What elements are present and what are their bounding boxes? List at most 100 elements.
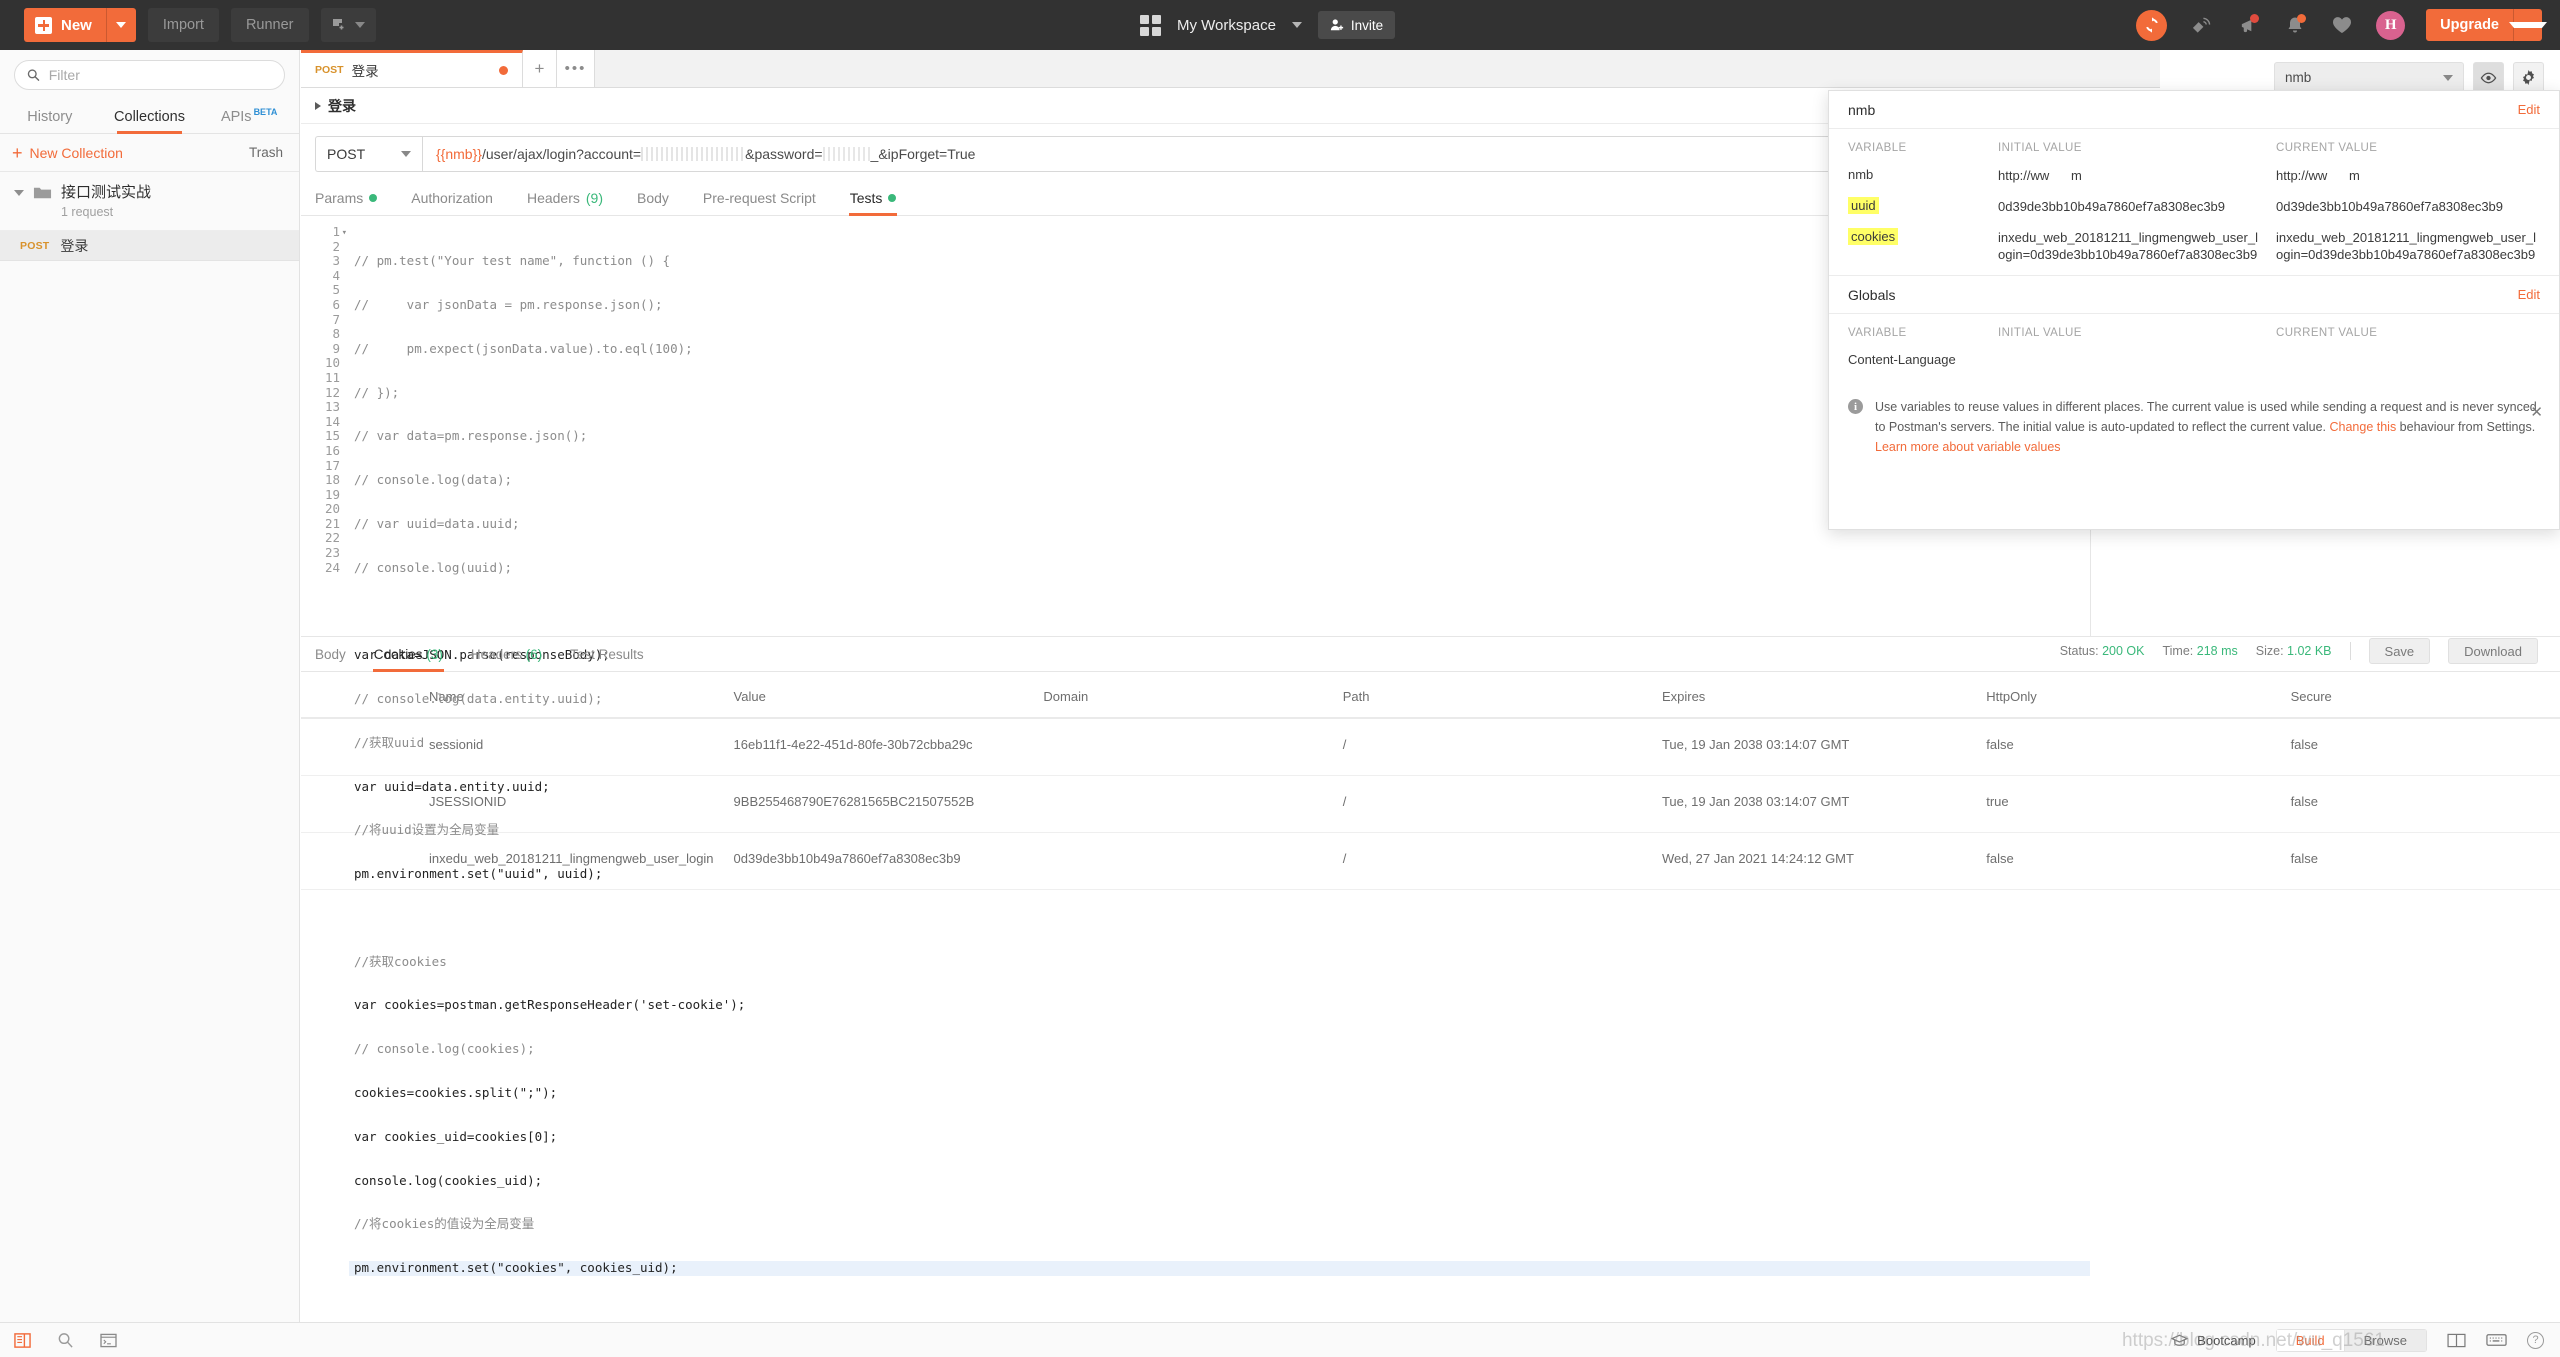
new-window-button[interactable]: [320, 8, 376, 42]
tab-params[interactable]: Params: [315, 190, 394, 215]
new-button-dropdown[interactable]: [105, 8, 136, 42]
change-this-link[interactable]: Change this: [2329, 420, 2396, 434]
size-value: 1.02 KB: [2287, 644, 2332, 658]
line-number: 22: [324, 530, 340, 546]
sidebar-tab-apis[interactable]: APIs BETA: [199, 107, 299, 133]
trash-button[interactable]: Trash: [249, 145, 283, 160]
sync-icon: [2145, 17, 2158, 33]
build-tab[interactable]: Build: [2275, 1328, 2345, 1352]
keyboard-icon[interactable]: [2486, 1333, 2507, 1347]
redacted-password: [822, 147, 871, 161]
status-bar-left: [0, 1332, 117, 1349]
runner-button[interactable]: Runner: [230, 8, 309, 42]
bootcamp-label: Bootcamp: [2197, 1332, 2256, 1348]
console-icon[interactable]: [100, 1333, 117, 1348]
bootcamp-button[interactable]: Bootcamp: [2171, 1333, 2256, 1348]
download-response-button[interactable]: Download: [2448, 638, 2538, 664]
tab-tests[interactable]: Tests: [833, 190, 914, 216]
tab-body[interactable]: Body: [620, 190, 686, 215]
satellite-button[interactable]: [2188, 12, 2214, 38]
line-number: 6: [332, 296, 340, 312]
avatar[interactable]: H: [2376, 10, 2406, 40]
two-pane-icon[interactable]: [2447, 1333, 2466, 1348]
code-line: //获取uuid: [354, 734, 425, 750]
cell-secure: false: [2280, 718, 2560, 776]
help-icon[interactable]: ?: [2527, 1331, 2544, 1349]
tab-label: Headers: [470, 647, 522, 662]
find-icon[interactable]: [57, 1332, 74, 1349]
code-line: // console.log(uuid);: [354, 559, 513, 575]
sidebar-toggle-icon[interactable]: [14, 1332, 31, 1349]
new-button[interactable]: New: [24, 8, 136, 42]
line-number: 14: [324, 413, 340, 429]
sidebar-tab-label: History: [27, 109, 73, 125]
chevron-down-icon[interactable]: [14, 190, 24, 196]
search-box[interactable]: [14, 60, 285, 90]
build-browse-toggle[interactable]: Build Browse: [2275, 1328, 2427, 1352]
notifications-button[interactable]: [2282, 12, 2308, 38]
globals-table-header: VARIABLE INITIAL VALUE CURRENT VALUE: [1829, 314, 2559, 348]
environment-quick-look-button[interactable]: [2473, 62, 2504, 93]
learn-more-link[interactable]: Learn more about variable values: [1875, 440, 2061, 454]
http-method-select[interactable]: POST: [315, 136, 422, 172]
sidebar-tab-history[interactable]: History: [0, 109, 100, 133]
tab-options-button[interactable]: •••: [557, 50, 595, 87]
globals-edit-link[interactable]: Edit: [2518, 287, 2540, 302]
sidebar: History Collections APIsBETA + New Colle…: [0, 50, 300, 1322]
tab-label: Tests: [849, 190, 883, 206]
line-number: 17: [324, 457, 340, 473]
line-number: 1 ▾: [332, 224, 347, 239]
search-icon: [27, 69, 40, 81]
line-number: 9: [332, 340, 340, 356]
collection-item[interactable]: 接口测试实战 1 request: [0, 172, 299, 231]
time-label: Time: 218 ms: [2162, 644, 2238, 658]
workspace-selector[interactable]: My Workspace Invite: [1140, 0, 1396, 50]
response-tab-test-results[interactable]: Test Results: [556, 647, 658, 671]
response-tab-cookies[interactable]: Cookies (3): [360, 647, 457, 672]
environment-settings-button[interactable]: [2513, 62, 2544, 93]
chevron-right-icon[interactable]: [315, 101, 321, 110]
request-tab-login[interactable]: POST 登录: [301, 50, 523, 87]
sync-button[interactable]: [2136, 9, 2168, 41]
announcements-button[interactable]: [2235, 12, 2261, 38]
invite-button[interactable]: Invite: [1317, 11, 1396, 39]
environment-edit-link[interactable]: Edit: [2518, 102, 2540, 117]
import-button[interactable]: Import: [147, 8, 219, 42]
variable-current-value: http://ww m: [2276, 168, 2360, 183]
chevron-down-icon: [354, 22, 365, 28]
new-collection-button[interactable]: + New Collection: [12, 142, 123, 163]
filter-wrapper: [0, 50, 299, 98]
sidebar-request-item[interactable]: POST 登录: [0, 231, 299, 261]
plus-icon: +: [12, 142, 23, 163]
graduation-cap-icon: [2171, 1334, 2189, 1346]
code-line: console.log(cookies_uid);: [354, 1172, 543, 1188]
heart-icon: [2333, 17, 2352, 33]
code-editor[interactable]: 1 ▾ 234 567 8 9 10 11 12 13 14 15 16 17 18 19 20 2…: [301, 216, 2090, 1276]
fold-icon[interactable]: ▾: [342, 226, 347, 241]
tab-headers[interactable]: Headers (9): [510, 190, 620, 215]
new-tab-button[interactable]: +: [523, 50, 557, 87]
save-response-button[interactable]: Save: [2368, 638, 2431, 664]
code-line: // console.log(cookies);: [354, 1041, 535, 1057]
tab-pre-request-script[interactable]: Pre-request Script: [686, 190, 833, 215]
note-text: Use variables to reuse values in differe…: [1875, 397, 2540, 457]
upgrade-button[interactable]: Upgrade: [2426, 9, 2547, 41]
favorites-button[interactable]: [2329, 12, 2355, 38]
close-icon[interactable]: ✕: [2530, 403, 2543, 423]
collection-text: 接口测试实战 1 request: [61, 183, 151, 219]
tab-authorization[interactable]: Authorization: [394, 190, 510, 215]
sidebar-tab-collections[interactable]: Collections: [100, 109, 200, 134]
line-number: 10: [324, 355, 340, 371]
environment-select[interactable]: nmb: [2274, 62, 2464, 93]
search-input[interactable]: [48, 67, 272, 83]
variable-name-highlight: cookies: [1848, 228, 1899, 245]
note-text-part-2: behaviour from Settings.: [2396, 420, 2536, 434]
notification-badge: [2250, 14, 2260, 23]
response-tab-body[interactable]: Body: [315, 647, 360, 671]
response-tab-headers[interactable]: Headers (6): [457, 647, 556, 671]
browse-tab[interactable]: Browse: [2344, 1328, 2427, 1352]
time-value: 218 ms: [2196, 644, 2238, 658]
upgrade-dropdown[interactable]: [2509, 22, 2547, 28]
new-button-main[interactable]: New: [24, 8, 106, 42]
